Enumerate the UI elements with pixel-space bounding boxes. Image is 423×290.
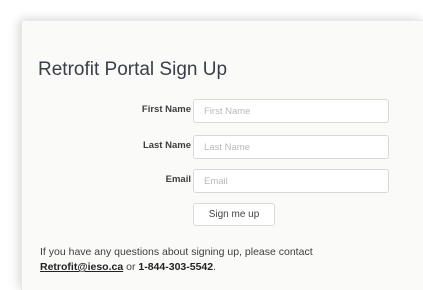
email-input[interactable]: [193, 169, 389, 193]
sign-me-up-button[interactable]: Sign me up: [193, 203, 275, 226]
contact-info: If you have any questions about signing …: [40, 245, 423, 275]
signup-card: Retrofit Portal Sign Up First Name Last …: [21, 20, 423, 290]
last-name-row: Last Name: [22, 135, 423, 159]
first-name-row: First Name: [22, 99, 423, 123]
first-name-input[interactable]: [193, 99, 389, 123]
form-title: Retrofit Portal Sign Up: [38, 59, 228, 80]
contact-or: or: [126, 261, 136, 273]
contact-end: .: [213, 261, 217, 273]
contact-phone: 1-844-303-5542: [138, 261, 214, 273]
last-name-input[interactable]: [193, 135, 389, 159]
email-label: Email: [165, 174, 191, 185]
first-name-label: First Name: [141, 104, 191, 115]
contact-text: If you have any questions about signing …: [40, 246, 313, 258]
contact-email-link[interactable]: Retrofit@ieso.ca: [40, 261, 123, 273]
email-row: Email: [22, 169, 423, 193]
last-name-label: Last Name: [142, 140, 191, 151]
